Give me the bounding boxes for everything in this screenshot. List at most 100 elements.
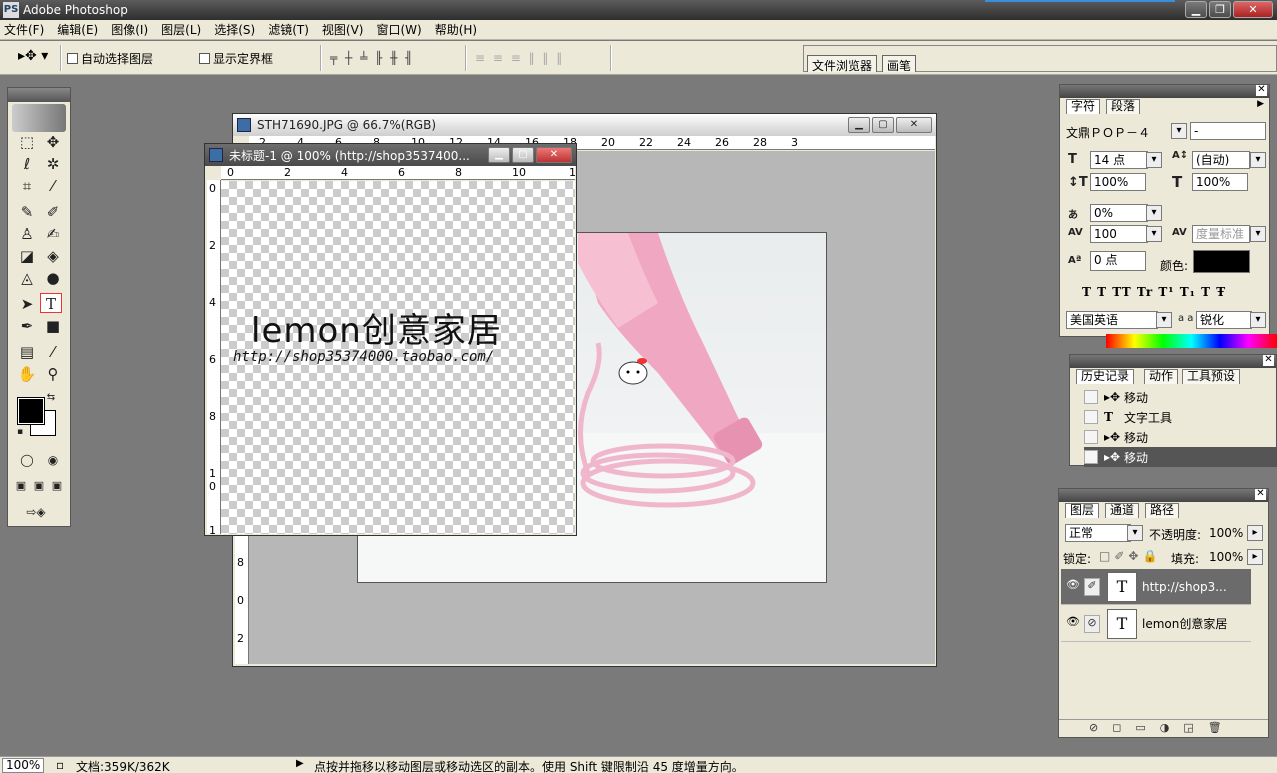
slice-tool-icon[interactable]: ⁄ (42, 176, 64, 196)
leading-field[interactable]: (自动) (1192, 151, 1250, 169)
menu-file[interactable]: 文件(F) (4, 21, 44, 38)
paint-bucket-tool-icon[interactable]: ◈ (42, 246, 64, 266)
history-item[interactable]: ▸✥ 移动 (1084, 427, 1277, 447)
layer-name[interactable]: http://shop3... (1142, 580, 1227, 594)
auto-select-checkbox[interactable] (67, 53, 78, 64)
font-size-field[interactable]: 14 点 (1090, 151, 1148, 169)
foreground-color-swatch[interactable] (17, 397, 45, 425)
tab-history[interactable]: 历史记录 (1076, 369, 1135, 384)
brush-link-icon[interactable]: ✐ (1084, 577, 1100, 596)
minimize-button[interactable]: ▁ (1185, 1, 1207, 18)
doc-info-icon[interactable]: ▫ (56, 758, 64, 772)
lasso-tool-icon[interactable]: ℓ (16, 154, 38, 174)
doc2-minimize-button[interactable]: ▁ (488, 147, 510, 163)
close-button[interactable]: ✕ (1233, 1, 1273, 18)
history-item[interactable]: T 文字工具 (1084, 407, 1277, 427)
language-dropdown[interactable]: ▾ (1156, 312, 1172, 328)
tab-actions[interactable]: 动作 (1144, 369, 1179, 384)
history-brush-tool-icon[interactable]: ✍ (42, 224, 64, 244)
screen-mode-standard-icon[interactable]: ▣ (12, 476, 30, 496)
swap-colors-icon[interactable]: ⇆ (44, 392, 58, 404)
eyedropper-tool-icon[interactable]: ⁄ (42, 342, 64, 362)
language-field[interactable]: 美国英语 (1066, 311, 1158, 329)
antialias-dropdown[interactable]: ▾ (1250, 312, 1266, 328)
menu-view[interactable]: 视图(V) (322, 21, 364, 38)
tracking-field[interactable]: 100 (1090, 225, 1148, 243)
headline-text-layer[interactable]: lemon创意家居 (251, 303, 502, 352)
distribute-icons[interactable]: ≡ ≡ ≡ ‖ ‖ ‖ (475, 51, 564, 65)
move-tool-preset-icon[interactable]: ▸✥ ▾ (18, 48, 48, 64)
fill-slider-button[interactable]: ▸ (1247, 549, 1263, 565)
antialias-field[interactable]: 锐化 (1196, 311, 1252, 329)
zoom-field[interactable]: 100% (2, 758, 44, 773)
menu-layer[interactable]: 图层(L) (161, 21, 201, 38)
dodge-tool-icon[interactable]: ● (42, 268, 64, 288)
opacity-slider-button[interactable]: ▸ (1247, 525, 1263, 541)
auto-select-option[interactable]: 自动选择图层 (67, 50, 153, 67)
status-arrow-icon[interactable]: ▶ (296, 758, 304, 769)
vertical-scale-field[interactable]: 100% (1090, 173, 1146, 191)
restore-button[interactable]: ❐ (1209, 1, 1231, 18)
path-selection-tool-icon[interactable]: ➤ (16, 294, 38, 314)
notes-tool-icon[interactable]: ▤ (16, 342, 38, 362)
kerning-field[interactable]: 度量标准 (1192, 225, 1250, 243)
jump-to-imageready-icon[interactable]: ⇨◈ (16, 502, 56, 522)
visibility-eye-icon[interactable]: 👁 (1064, 578, 1082, 596)
menu-help[interactable]: 帮助(H) (435, 21, 477, 38)
align-icons[interactable]: ╤ ┼ ╧ ╟ ╫ ╢ (330, 51, 414, 65)
tab-tool-presets[interactable]: 工具预设 (1182, 369, 1241, 384)
tab-paths[interactable]: 路径 (1145, 503, 1180, 518)
crop-tool-icon[interactable]: ⌗ (16, 176, 38, 196)
menu-image[interactable]: 图像(I) (111, 21, 148, 38)
screen-mode-full-icon[interactable]: ▣ (48, 476, 66, 496)
magic-wand-tool-icon[interactable]: ✲ (42, 154, 64, 174)
doc-minimize-button[interactable]: ▁ (848, 117, 870, 133)
tab-character[interactable]: 字符 (1066, 99, 1101, 114)
blend-mode-dropdown[interactable]: ▾ (1127, 525, 1143, 541)
layer-name[interactable]: lemon创意家居 (1142, 615, 1227, 632)
baseline-shift-field[interactable]: 0 点 (1090, 251, 1146, 271)
eraser-tool-icon[interactable]: ◪ (16, 246, 38, 266)
show-bounds-checkbox[interactable] (199, 53, 210, 64)
document-window-text[interactable]: 未标题-1 @ 100% (http://shop3537400... ▁ ▢ … (204, 143, 577, 536)
leading-dropdown[interactable]: ▾ (1250, 152, 1266, 168)
tab-file-browser[interactable]: 文件浏览器 (807, 55, 878, 73)
layer-row[interactable]: 👁 ⊘ T lemon创意家居 (1061, 606, 1251, 642)
pen-tool-icon[interactable]: ✒ (16, 316, 38, 336)
menu-edit[interactable]: 编辑(E) (57, 21, 98, 38)
transparent-canvas[interactable]: lemon创意家居 http://shop35374000.taobao.com… (221, 181, 575, 534)
quick-mask-icon[interactable]: ◉ (42, 450, 64, 470)
tab-channels[interactable]: 通道 (1105, 503, 1140, 518)
document-titlebar-text[interactable]: 未标题-1 @ 100% (http://shop3537400... ▁ ▢ … (205, 144, 576, 166)
blend-mode-field[interactable]: 正常 (1065, 524, 1131, 542)
layer-row[interactable]: 👁 ✐ T http://shop3... (1061, 569, 1251, 605)
type-tool-icon[interactable]: T (40, 293, 62, 313)
layers-close-icon[interactable]: ✕ (1255, 489, 1266, 500)
move-tool-icon[interactable]: ✥ (42, 132, 64, 152)
fill-value[interactable]: 100% (1209, 550, 1243, 564)
link-icon[interactable]: ⊘ (1084, 614, 1100, 633)
menu-window[interactable]: 窗口(W) (376, 21, 421, 38)
doc2-maximize-button[interactable]: ▢ (512, 147, 534, 163)
font-size-dropdown[interactable]: ▾ (1146, 152, 1162, 168)
menu-select[interactable]: 选择(S) (214, 21, 255, 38)
history-close-icon[interactable]: ✕ (1263, 355, 1274, 366)
history-item-current[interactable]: ▸✥ 移动 (1084, 447, 1277, 467)
default-colors-icon[interactable]: ▪ (14, 426, 26, 438)
show-bounds-option[interactable]: 显示定界框 (199, 50, 273, 67)
kerning-dropdown[interactable]: ▾ (1250, 226, 1266, 242)
font-style-field[interactable]: - (1190, 122, 1266, 140)
hand-tool-icon[interactable]: ✋ (16, 364, 38, 384)
tsume-dropdown[interactable]: ▾ (1146, 205, 1162, 221)
tab-brushes[interactable]: 画笔 (882, 55, 917, 73)
healing-brush-tool-icon[interactable]: ✎ (16, 202, 38, 222)
menu-filter[interactable]: 滤镜(T) (268, 21, 309, 38)
clone-stamp-tool-icon[interactable]: ♙ (16, 224, 38, 244)
tab-paragraph[interactable]: 段落 (1106, 99, 1141, 114)
standard-mode-icon[interactable]: ◯ (16, 450, 38, 470)
font-family-dropdown[interactable]: ▾ (1171, 123, 1187, 139)
doc2-close-button[interactable]: ✕ (536, 147, 572, 163)
url-text-layer[interactable]: http://shop35374000.taobao.com/ (233, 349, 494, 365)
toolbox-logo[interactable] (12, 104, 66, 132)
layers-footer-icons[interactable]: ⊘◻▭◑◲🗑 (1059, 719, 1268, 737)
